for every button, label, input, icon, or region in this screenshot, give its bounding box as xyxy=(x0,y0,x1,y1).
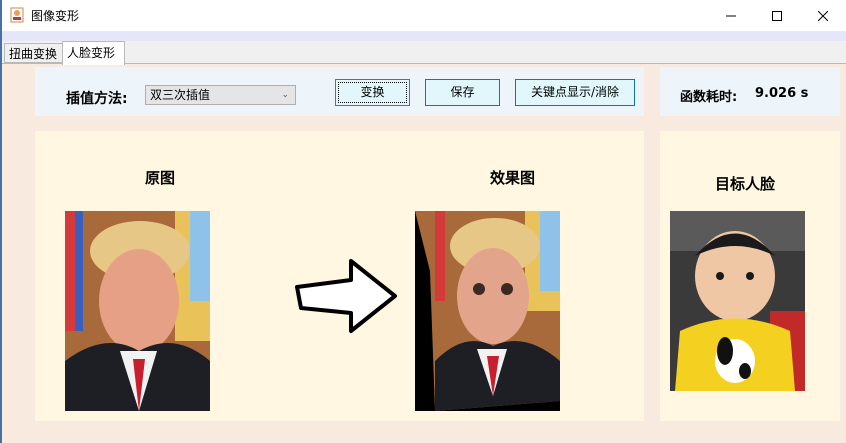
minimize-icon xyxy=(726,15,736,16)
tab-strip xyxy=(0,31,846,65)
timing-value: 9.026 s xyxy=(755,86,809,101)
app-icon xyxy=(10,7,24,23)
maximize-button[interactable] xyxy=(754,0,800,31)
transform-button[interactable]: 变换 xyxy=(335,79,410,106)
original-image xyxy=(65,211,210,411)
arrow-right-icon xyxy=(295,259,397,333)
keypoint-toggle-button[interactable]: 关键点显示/消除 xyxy=(515,79,635,106)
close-button[interactable] xyxy=(800,0,846,31)
interp-select[interactable]: 双三次插值 ⌄ xyxy=(145,85,296,105)
maximize-icon xyxy=(772,10,782,21)
interp-select-value: 双三次插值 xyxy=(150,88,211,102)
title-bar: 图像变形 xyxy=(0,0,846,31)
target-title: 目标人脸 xyxy=(715,175,776,193)
original-title: 原图 xyxy=(145,169,176,187)
close-icon xyxy=(818,10,828,21)
result-title: 效果图 xyxy=(490,169,536,187)
chevron-down-icon: ⌄ xyxy=(281,90,289,100)
save-button[interactable]: 保存 xyxy=(425,79,500,106)
tab-warp[interactable]: 扭曲变换 xyxy=(4,43,63,63)
tab-face-morph[interactable]: 人脸变形 xyxy=(62,41,125,65)
result-image xyxy=(415,211,560,411)
timing-label: 函数耗时: xyxy=(680,90,738,105)
target-image xyxy=(670,211,805,391)
window-title: 图像变形 xyxy=(31,9,80,23)
window-edge xyxy=(0,0,2,443)
interp-label: 插值方法: xyxy=(66,91,128,107)
minimize-button[interactable] xyxy=(708,0,754,31)
